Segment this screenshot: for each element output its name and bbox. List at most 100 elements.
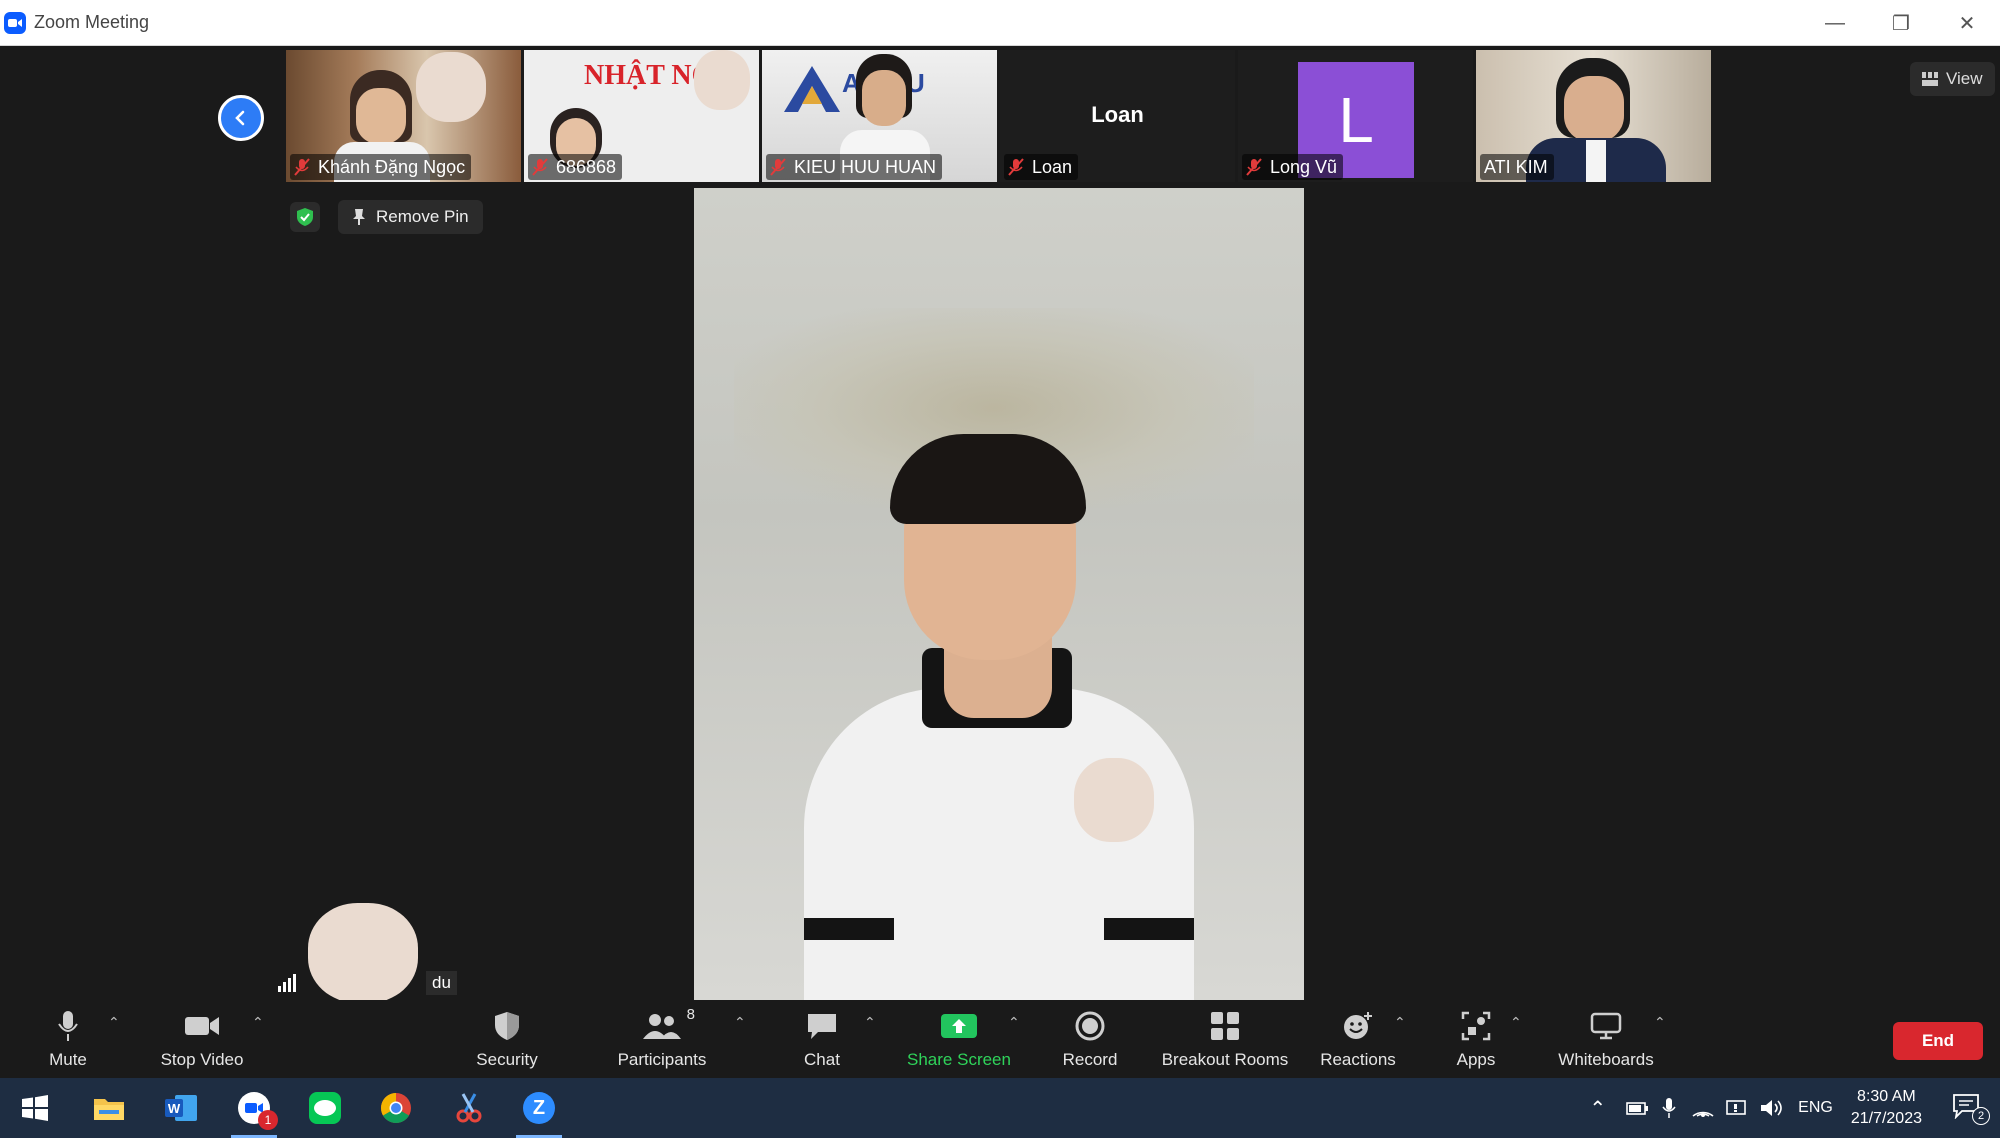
security-label: Security xyxy=(476,1050,538,1069)
security-button[interactable]: Security xyxy=(470,1000,544,1078)
taskbar-zoom-notifications[interactable]: 1 xyxy=(225,1078,283,1138)
apps-icon xyxy=(1461,1011,1491,1041)
participant-name: ATI KIM xyxy=(1484,156,1548,177)
share-options-caret[interactable]: ⌃ xyxy=(1008,1014,1020,1031)
mic-muted-icon xyxy=(1246,158,1262,176)
window-titlebar: Zoom Meeting — ❐ ✕ xyxy=(0,0,2000,46)
participant-tile[interactable]: ATI KIM xyxy=(1476,50,1711,182)
sticker-icon xyxy=(694,50,750,110)
participants-options-caret[interactable]: ⌃ xyxy=(734,1014,746,1031)
whiteboards-button[interactable]: Whiteboards xyxy=(1552,1000,1660,1078)
self-view-name: du xyxy=(426,971,457,995)
video-options-caret[interactable]: ⌃ xyxy=(252,1014,264,1031)
participant-tile[interactable]: Loan Loan xyxy=(1000,50,1235,182)
pinned-video[interactable] xyxy=(694,188,1304,1000)
taskbar-file-explorer[interactable] xyxy=(80,1078,138,1138)
participants-count: 8 xyxy=(686,1006,695,1023)
participants-icon xyxy=(643,1014,681,1039)
share-screen-label: Share Screen xyxy=(907,1050,1011,1069)
reactions-button[interactable]: Reactions xyxy=(1320,1000,1396,1078)
wifi-icon[interactable] xyxy=(1692,1099,1714,1117)
mic-muted-icon xyxy=(532,158,548,176)
restore-button[interactable]: ❐ xyxy=(1868,0,1934,46)
microphone-icon xyxy=(58,1011,78,1041)
breakout-rooms-label: Breakout Rooms xyxy=(1161,1050,1289,1069)
meeting-security-indicator[interactable] xyxy=(290,202,320,232)
end-meeting-button[interactable]: End xyxy=(1893,1022,1983,1060)
participant-tile[interactable]: A ROU KIEU HUU HUAN xyxy=(762,50,997,182)
line-app-icon xyxy=(309,1092,341,1124)
taskbar-snipping-tool[interactable] xyxy=(440,1078,498,1138)
mic-muted-icon xyxy=(294,158,310,176)
taskbar-zoom[interactable]: Z xyxy=(510,1078,568,1138)
close-button[interactable]: ✕ xyxy=(1934,0,2000,46)
start-button[interactable] xyxy=(6,1078,64,1138)
sticker-icon xyxy=(308,903,418,1003)
scissors-icon xyxy=(456,1093,482,1123)
chat-options-caret[interactable]: ⌃ xyxy=(864,1014,876,1031)
breakout-rooms-button[interactable]: Breakout Rooms xyxy=(1160,1000,1290,1078)
participants-label: Participants xyxy=(617,1050,707,1069)
word-icon: W xyxy=(165,1095,197,1121)
share-screen-icon xyxy=(941,1014,977,1038)
previous-page-button[interactable] xyxy=(218,95,264,141)
participant-tile[interactable]: L Long Vũ xyxy=(1238,50,1473,182)
battery-icon[interactable] xyxy=(1626,1100,1649,1116)
mic-muted-icon xyxy=(770,158,786,176)
chat-button[interactable]: Chat xyxy=(800,1000,844,1078)
shield-check-icon xyxy=(297,208,313,226)
whiteboards-options-caret[interactable]: ⌃ xyxy=(1654,1014,1666,1031)
mute-options-caret[interactable]: ⌃ xyxy=(108,1014,120,1031)
share-screen-button[interactable]: Share Screen xyxy=(906,1000,1012,1078)
notification-center-button[interactable]: 2 xyxy=(1952,1093,1990,1125)
participant-name: Long Vũ xyxy=(1270,156,1338,177)
mute-label: Mute xyxy=(49,1050,87,1069)
reactions-smiley-icon xyxy=(1344,1012,1372,1039)
company-logo xyxy=(784,66,840,112)
view-label: View xyxy=(1946,69,1983,88)
participant-name: Loan xyxy=(1032,156,1073,177)
stop-video-label: Stop Video xyxy=(160,1050,244,1069)
sticker-icon xyxy=(416,52,486,122)
pin-icon xyxy=(353,209,365,225)
participant-tile[interactable]: NHẬT NG 686868 xyxy=(524,50,759,182)
input-language[interactable]: ENG xyxy=(1798,1099,1833,1117)
taskbar-chrome[interactable] xyxy=(367,1078,425,1138)
view-button[interactable]: View xyxy=(1910,62,1995,96)
remove-pin-button[interactable]: Remove Pin xyxy=(338,200,483,234)
windows-logo-icon xyxy=(22,1095,48,1121)
minimize-button[interactable]: — xyxy=(1802,0,1868,46)
sticker-icon xyxy=(1074,758,1154,842)
grid-view-icon xyxy=(1922,72,1938,86)
stop-video-button[interactable]: Stop Video xyxy=(156,1000,248,1078)
network-warning-icon[interactable] xyxy=(1726,1098,1748,1118)
taskbar-line[interactable] xyxy=(296,1078,354,1138)
apps-options-caret[interactable]: ⌃ xyxy=(1510,1014,1522,1031)
participant-tile[interactable]: Khánh Đặng Ngọc xyxy=(286,50,521,182)
apps-button[interactable]: Apps xyxy=(1450,1000,1502,1078)
volume-icon[interactable] xyxy=(1760,1098,1784,1118)
whiteboard-icon xyxy=(1590,1012,1622,1040)
signal-strength-icon xyxy=(278,974,296,992)
chevron-up-icon[interactable]: ⌃ xyxy=(1589,1096,1606,1121)
reactions-options-caret[interactable]: ⌃ xyxy=(1394,1014,1406,1031)
taskbar-word[interactable]: W xyxy=(152,1078,210,1138)
self-view-label: du xyxy=(278,903,457,1003)
participants-button[interactable]: 8 Participants xyxy=(614,1000,710,1078)
windows-taskbar: W 1 Z ⌃ ENG 8:30 AM 21/7/2023 2 xyxy=(0,1078,2000,1138)
whiteboards-label: Whiteboards xyxy=(1558,1050,1654,1069)
breakout-rooms-icon xyxy=(1211,1012,1239,1040)
microphone-tray-icon[interactable] xyxy=(1662,1097,1676,1119)
shield-icon xyxy=(495,1012,519,1040)
meeting-toolbar: Mute ⌃ Stop Video ⌃ Security 8 Participa… xyxy=(0,1000,2000,1078)
zoom-logo-icon xyxy=(4,11,26,34)
mute-button[interactable]: Mute xyxy=(40,1000,96,1078)
video-camera-icon xyxy=(185,1017,219,1035)
system-tray: ⌃ ENG 8:30 AM 21/7/2023 2 xyxy=(1589,1078,2000,1138)
notification-count: 2 xyxy=(1972,1107,1990,1125)
clock[interactable]: 8:30 AM 21/7/2023 xyxy=(1851,1086,1922,1130)
record-icon xyxy=(1075,1011,1105,1041)
chat-label: Chat xyxy=(804,1050,840,1069)
clock-time: 8:30 AM xyxy=(1857,1088,1916,1105)
record-button[interactable]: Record xyxy=(1062,1000,1118,1078)
